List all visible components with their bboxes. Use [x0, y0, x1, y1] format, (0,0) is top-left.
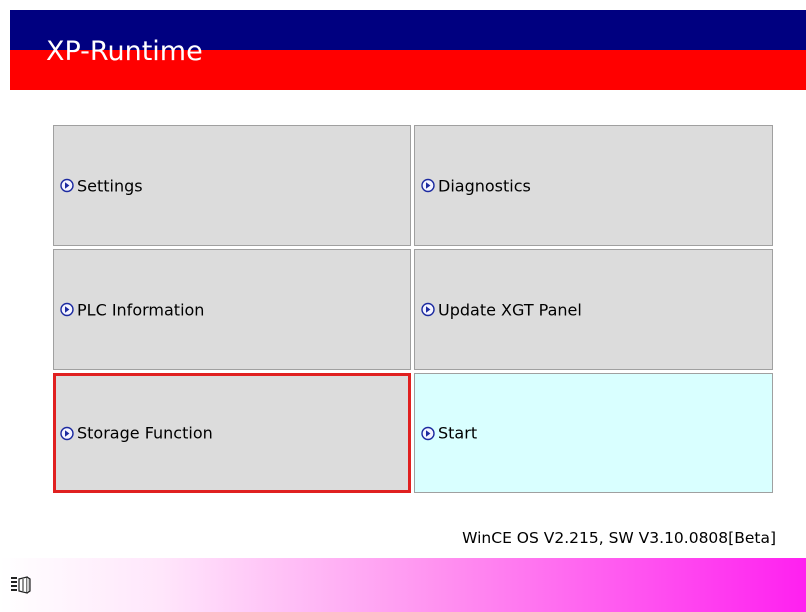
wince-taskbar-icon[interactable] — [10, 575, 32, 595]
storage-function-button[interactable]: Storage Function — [53, 373, 411, 493]
circle-arrow-right-icon — [60, 178, 74, 193]
version-info: WinCE OS V2.215, SW V3.10.0808[Beta] — [462, 529, 776, 547]
update-xgt-panel-label: Update XGT Panel — [438, 300, 582, 319]
settings-label: Settings — [77, 176, 143, 195]
circle-arrow-right-icon — [421, 426, 435, 440]
diagnostics-label: Diagnostics — [438, 176, 531, 195]
taskbar — [0, 558, 806, 612]
app-title: XP-Runtime — [46, 36, 203, 67]
circle-arrow-right-icon — [421, 302, 435, 317]
circle-arrow-right-icon — [60, 426, 74, 440]
start-label: Start — [438, 423, 478, 443]
plc-information-label: PLC Information — [77, 300, 205, 319]
storage-function-label: Storage Function — [77, 423, 213, 443]
circle-arrow-right-icon — [421, 178, 435, 193]
settings-button[interactable]: Settings — [53, 125, 411, 246]
plc-information-button[interactable]: PLC Information — [53, 249, 411, 370]
circle-arrow-right-icon — [60, 302, 74, 317]
diagnostics-button[interactable]: Diagnostics — [414, 125, 773, 246]
start-button[interactable]: Start — [414, 373, 773, 493]
title-bar: XP-Runtime — [10, 10, 806, 90]
update-xgt-panel-button[interactable]: Update XGT Panel — [414, 249, 773, 370]
